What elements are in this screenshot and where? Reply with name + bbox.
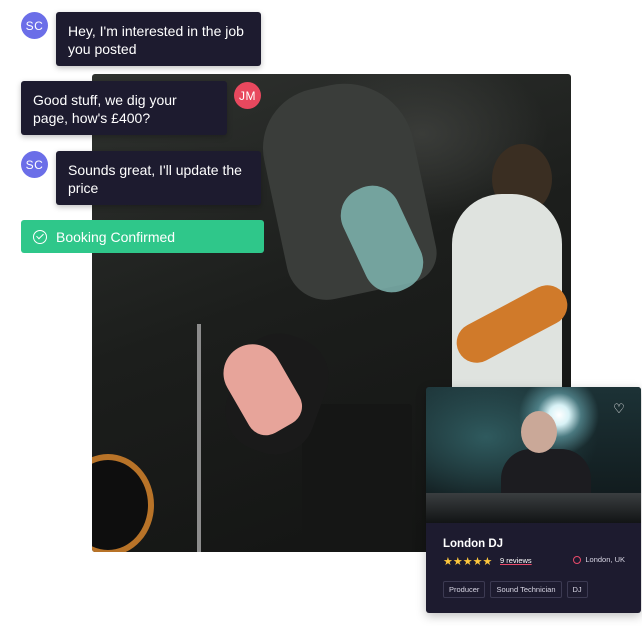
star-rating: ★★★★★ <box>443 556 493 568</box>
drum-shape <box>92 454 154 552</box>
tag[interactable]: Sound Technician <box>490 581 562 598</box>
tag[interactable]: DJ <box>566 581 588 598</box>
chat-message-2: Good stuff, we dig your page, how's £400… <box>21 81 227 135</box>
tag[interactable]: Producer <box>443 581 486 598</box>
avatar-jm: JM <box>234 82 261 109</box>
dj-profile-card[interactable]: ♡ London DJ ★★★★★ 9 reviews London, UK P… <box>426 387 641 613</box>
dj-deck-shape <box>426 493 641 523</box>
booking-confirmed-banner: Booking Confirmed <box>21 220 264 253</box>
chat-message-3: Sounds great, I'll update the price <box>56 151 261 205</box>
chat-message-1: Hey, I'm interested in the job you poste… <box>56 12 261 66</box>
map-pin-icon <box>573 555 582 564</box>
heart-icon[interactable]: ♡ <box>611 401 627 417</box>
check-circle-icon <box>33 229 47 244</box>
avatar-sc: SC <box>21 151 48 178</box>
dj-photo <box>426 387 641 523</box>
reviews-link[interactable]: 9 reviews <box>500 556 532 565</box>
card-title: London DJ <box>443 538 504 550</box>
mic-stand-shape <box>197 324 201 552</box>
tag-list: Producer Sound Technician DJ <box>443 581 588 598</box>
booking-confirmed-label: Booking Confirmed <box>56 228 176 245</box>
location-label: London, UK <box>585 555 625 564</box>
avatar-sc: SC <box>21 12 48 39</box>
dj-head-shape <box>521 411 557 453</box>
amplifier-shape <box>302 404 412 552</box>
location: London, UK <box>573 555 625 564</box>
